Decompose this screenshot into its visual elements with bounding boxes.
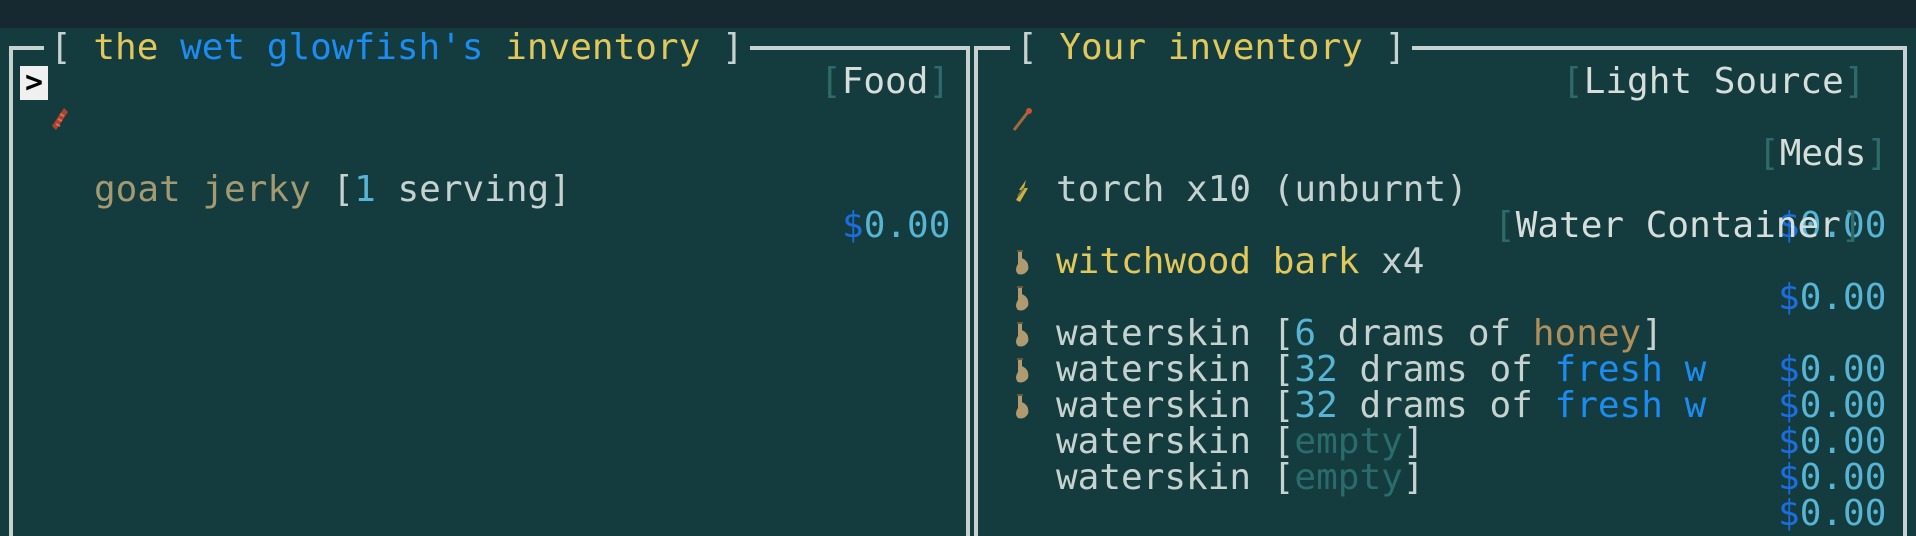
list-item[interactable]: waterskin [empty] $0.00 [1000, 388, 1900, 532]
waterskin-icon [1016, 250, 1029, 275]
waterskin-icon [1016, 394, 1029, 419]
item-price: $0.00 [1778, 457, 1887, 498]
selection-cursor: > [20, 66, 48, 100]
item-price: $0.00 [842, 205, 951, 246]
category-header-water-container: [Water Container] [1494, 205, 1863, 246]
list-item[interactable]: waterskin [6 drams of honey] $0.00 [1000, 244, 1900, 388]
player-inventory-title: [ Your inventory ] [1010, 28, 1413, 68]
waterskin-icon [1016, 322, 1029, 347]
category-header-light-source: [Light Source] [1562, 61, 1866, 102]
list-item[interactable]: waterskin [empty] $0.00 [1000, 352, 1900, 496]
list-item[interactable]: witchwood bark x4 $0.00 [1000, 172, 1900, 316]
waterskin-icon [1016, 358, 1029, 383]
top-bar [0, 0, 1916, 28]
list-item[interactable]: waterskin [32 drams of fresh w $0.00 [1000, 280, 1900, 424]
jerky-icon [52, 108, 68, 130]
bark-icon [1016, 180, 1028, 202]
category-header-food: [Food] [820, 61, 951, 102]
creature-inventory-title: [ the wet glowfish's inventory ] [44, 28, 750, 68]
list-item[interactable]: torch x10 (unburnt) $0.00 [1000, 100, 1900, 244]
list-item[interactable]: waterskin [32 drams of fresh w $0.00 [1000, 316, 1900, 460]
torch-icon [1012, 108, 1032, 131]
list-item[interactable]: goat jerky [1 serving] $0.00 [40, 100, 960, 244]
category-header-meds: [Meds] [1758, 133, 1889, 174]
item-price: $0.00 [1778, 493, 1887, 534]
waterskin-icon [1016, 286, 1029, 311]
item-price: $0.00 [1778, 421, 1887, 462]
